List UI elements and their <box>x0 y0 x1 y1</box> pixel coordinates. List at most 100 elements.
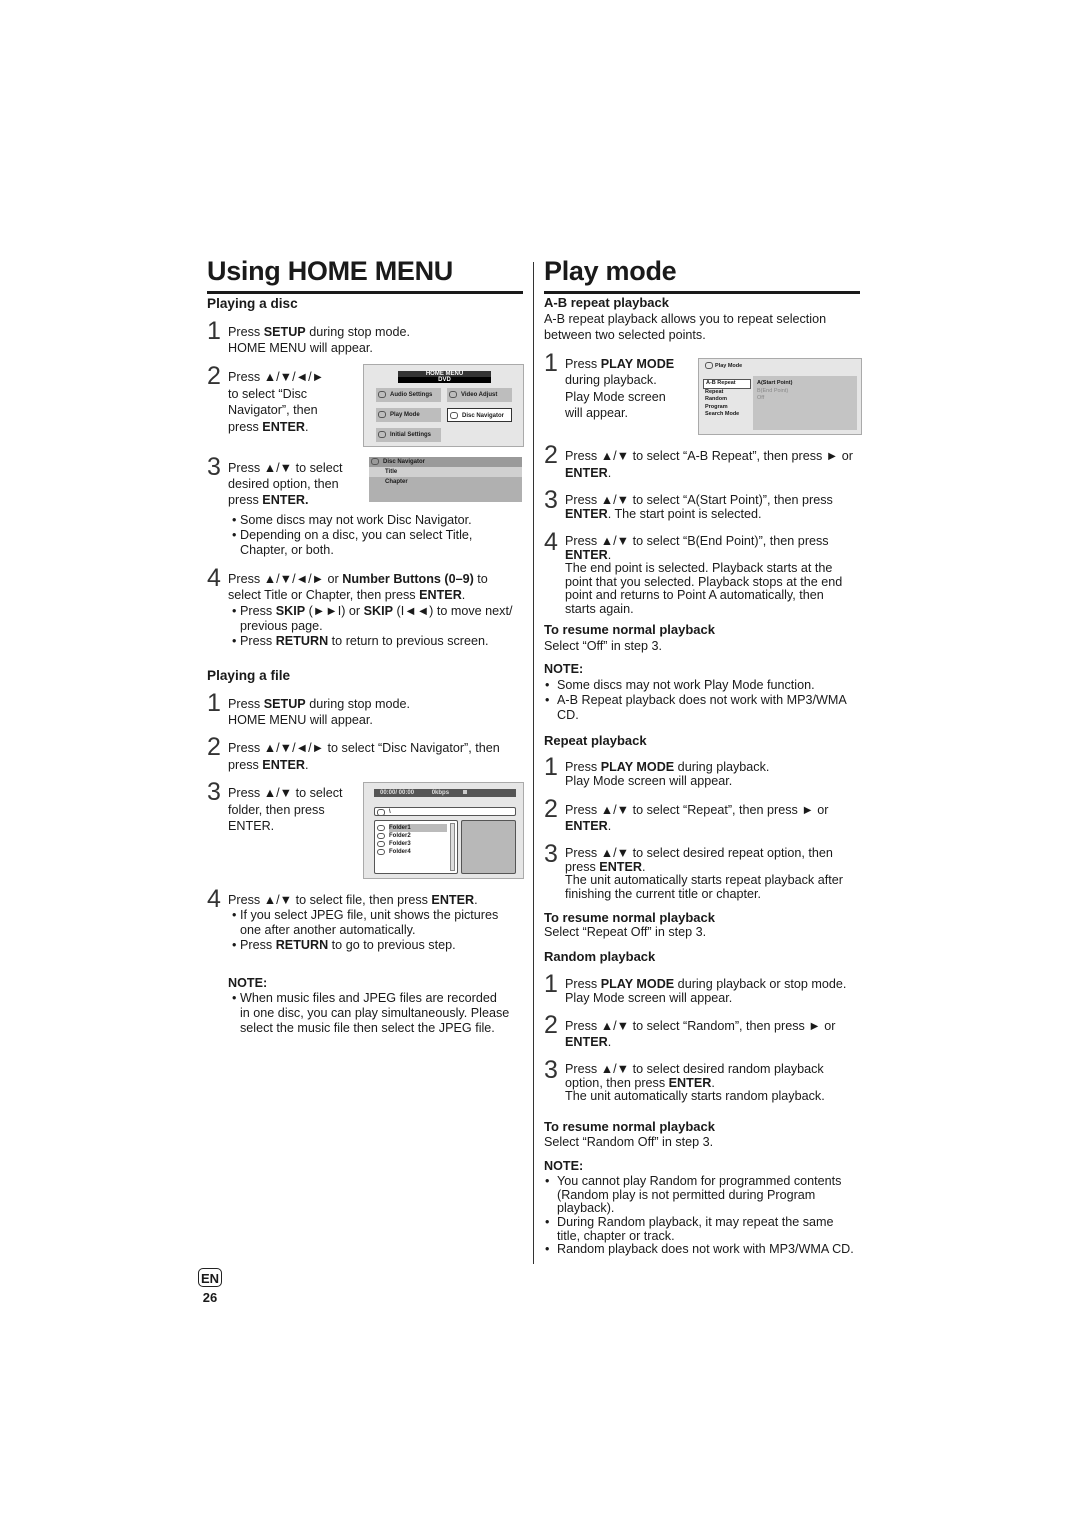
bullet-icon: • <box>545 678 550 692</box>
text-run: Press <box>228 325 264 339</box>
text-run: Playing a disc <box>207 296 298 311</box>
folder-item: Folder3 <box>375 840 457 848</box>
path-field: \ <box>374 807 516 816</box>
step-text: Press PLAY MODE during playback. Play Mo… <box>565 760 865 788</box>
speaker-icon <box>378 391 386 398</box>
bullet-text: If you select JPEG file, unit shows the … <box>240 908 530 938</box>
preview-pane <box>461 820 516 874</box>
step-text: Press ▲/▼ to select “A-B Repeat”, then p… <box>565 448 865 482</box>
step-number: 2 <box>544 441 558 469</box>
bold-term: ENTER <box>565 507 608 521</box>
bullet-text: Some discs may not work Disc Navigator. <box>240 513 530 528</box>
bullet-icon: • <box>232 938 237 952</box>
step-number: 4 <box>207 564 221 592</box>
text-run: to return to previous screen. <box>328 634 489 648</box>
bold-term: SKIP <box>275 604 306 618</box>
step-number: 2 <box>544 1011 558 1039</box>
note-label: NOTE: <box>544 1158 860 1174</box>
bullet-icon: • <box>232 528 237 542</box>
step-number: 3 <box>544 1056 558 1084</box>
text-run: Press ▲/▼ to select “A(Start Point)”, th… <box>565 493 833 507</box>
bullet-icon: • <box>545 1174 550 1188</box>
play-mode-options: A(Start Point) B(End Point) Off <box>753 376 857 430</box>
bullet-icon: • <box>545 693 550 707</box>
folder-list: Folder1 Folder2 Folder3 Folder4 <box>374 820 458 874</box>
bold-term: ENTER <box>262 419 305 434</box>
step-number: 1 <box>207 689 221 717</box>
text-run: Some discs may not work Play Mode functi… <box>557 678 815 692</box>
text-run: If you select JPEG file, unit shows the … <box>240 908 499 937</box>
step-text: Press PLAY MODE during playback or stop … <box>565 977 865 1005</box>
bullet-text: Some discs may not work Play Mode functi… <box>557 678 867 693</box>
step-text: Press ▲/▼ to select “B(End Point)”, then… <box>565 534 865 616</box>
page-number-badge: EN 26 <box>198 1268 222 1305</box>
disc-icon <box>705 362 713 369</box>
initial-settings-button: Initial Settings <box>376 428 441 442</box>
bold-term: PLAY MODE <box>600 760 675 774</box>
section-heading: Repeat playback <box>544 733 860 749</box>
text-run: To resume normal playback <box>544 1119 715 1134</box>
paragraph: Select “Off” in step 3. <box>544 638 860 654</box>
step-text: Press SETUP during stop mode. HOME MENU … <box>228 696 528 728</box>
play-mode-screen: Play Mode A-B Repeat Repeat Random Program S… <box>698 358 862 435</box>
column-divider <box>533 262 534 1264</box>
bullet-text: Random playback does not work with MP3/W… <box>557 1242 867 1257</box>
bullet-text: Press SKIP (►►I) or SKIP (I◄◄) to move n… <box>240 604 530 634</box>
scrollbar[interactable] <box>450 823 455 871</box>
step-text: Press ▲/▼ to select file, then press ENT… <box>228 892 528 908</box>
text-run: Press ▲/▼ to select “B(End Point)”, then… <box>565 534 829 548</box>
text-run: Press <box>228 697 264 711</box>
text-run: Random playback <box>544 949 656 964</box>
bold-term: PLAY MODE <box>600 357 675 371</box>
step-number: 3 <box>207 453 221 481</box>
audio-settings-button: Audio Settings <box>376 388 441 402</box>
text-run: Press <box>565 760 601 774</box>
text-run: Press <box>240 604 276 618</box>
bold-term: ENTER <box>565 819 608 833</box>
video-adjust-button: Video Adjust <box>447 388 512 402</box>
section-heading: To resume normal playback <box>544 622 860 638</box>
text-run: Press ▲/▼ to select “A-B Repeat”, then p… <box>565 449 853 463</box>
text-run: Press ▲/▼/◄/► or <box>228 572 343 586</box>
wrench-icon <box>378 431 386 438</box>
step-number: 2 <box>544 795 558 823</box>
bullet-icon: • <box>545 1242 550 1256</box>
text-run: Select “Repeat Off” in step 3. <box>544 925 707 939</box>
text-run: You cannot play Random for programmed co… <box>557 1174 842 1215</box>
step-number: 3 <box>207 778 221 806</box>
step-number: 1 <box>207 317 221 345</box>
play-mode-menu-item: Repeat <box>705 388 724 395</box>
file-browser-screen: 00:00/ 00:00 0kbps \ Folder1 Folder2 Folde… <box>363 782 524 879</box>
step-text: Press PLAY MODE during playback. Play Mo… <box>565 356 705 421</box>
text-run: Select “Random Off” in step 3. <box>544 1135 714 1149</box>
page-title-right: Play mode <box>544 256 677 286</box>
bold-term: PLAY MODE <box>600 977 675 991</box>
text-run: Random playback does not work with MP3/W… <box>557 1242 854 1256</box>
step-number: 2 <box>207 362 221 390</box>
text-run: to go to previous step. <box>328 938 456 952</box>
step-number: 1 <box>544 753 558 781</box>
folder-icon <box>377 849 385 855</box>
step-text: Press ▲/▼ to select “Random”, then press… <box>565 1018 865 1050</box>
text-run: . The start point is selected. <box>607 507 762 521</box>
step-text: Press ▲/▼/◄/► to select “Disc Navigator”… <box>228 369 358 435</box>
text-run: Press ▲/▼ to select “Repeat”, then press… <box>565 803 829 817</box>
bullet-icon: • <box>232 634 237 648</box>
bold-term: RETURN <box>275 634 329 648</box>
play-mode-menu-item: Random <box>705 396 727 402</box>
bullet-text: During Random playback, it may repeat th… <box>557 1215 867 1243</box>
folder-item: Folder4 <box>375 848 457 856</box>
step-text: Press ▲/▼ to select desired option, then… <box>228 460 358 508</box>
bold-term: ENTER. <box>262 493 309 507</box>
play-mode-header: Play Mode <box>703 362 742 369</box>
bold-term: SETUP <box>263 697 306 711</box>
note-label: NOTE: <box>544 661 860 677</box>
bold-term: ENTER <box>565 547 608 562</box>
step-text: Press ▲/▼ to select folder, then press E… <box>228 785 358 835</box>
text-run: . <box>474 893 478 907</box>
option-chapter: Chapter <box>385 479 408 485</box>
section-heading: Playing a disc <box>207 296 507 312</box>
text-run: NOTE: <box>544 662 584 676</box>
step-number: 1 <box>544 349 558 377</box>
bold-term: SKIP <box>363 604 394 618</box>
